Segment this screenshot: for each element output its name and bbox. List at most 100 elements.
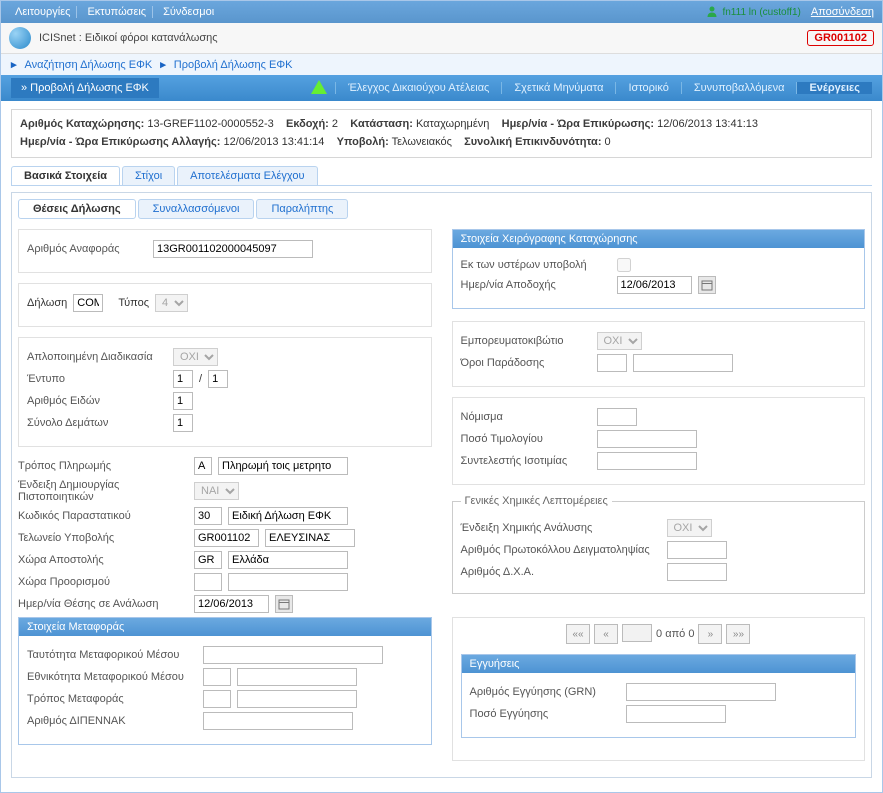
dilosi-input[interactable] — [73, 294, 103, 312]
slash: / — [199, 373, 202, 385]
guarantee-amount-input[interactable] — [626, 705, 726, 723]
dxa-label: Αριθμός Δ.Χ.Α. — [461, 566, 661, 578]
menu-leitourgies[interactable]: Λειτουργίες — [9, 6, 77, 18]
late-checkbox[interactable] — [617, 258, 631, 272]
doc-code-input[interactable] — [194, 507, 222, 525]
app-subheader: ICISnet : Ειδικοί φόροι κατανάλωσης GR00… — [1, 23, 882, 54]
calendar-icon[interactable] — [275, 595, 293, 613]
pager-next[interactable]: » — [698, 624, 722, 644]
dispatch-desc-input[interactable] — [228, 551, 348, 569]
ref-label: Αριθμός Αναφοράς — [27, 243, 147, 255]
entypo-b-input[interactable] — [208, 370, 228, 388]
dest-label: Χώρα Προορισμού — [18, 576, 188, 588]
page-title: » Προβολή Δήλωσης ΕΦΚ — [11, 78, 159, 98]
dest-code-input[interactable] — [194, 573, 222, 591]
eidon-input[interactable] — [173, 392, 193, 410]
typos-select[interactable]: 4 — [155, 294, 188, 312]
cert-select[interactable]: ΝΑΙ — [194, 482, 239, 500]
pay-code-input[interactable] — [194, 457, 212, 475]
protocol-input[interactable] — [667, 541, 727, 559]
nav-attachments[interactable]: Συνυποβαλλόμενα — [681, 82, 797, 94]
manual-entry-header: Στοιχεία Χειρόγραφης Καταχώρησης — [453, 230, 865, 248]
consume-dt-input[interactable] — [194, 595, 269, 613]
accept-dt-input[interactable] — [617, 276, 692, 294]
grn-input[interactable] — [626, 683, 776, 701]
mode-label: Τρόπος Μεταφοράς — [27, 693, 197, 705]
entypo-a-input[interactable] — [173, 370, 193, 388]
tab-basic[interactable]: Βασικά Στοιχεία — [11, 166, 120, 185]
dest-desc-input[interactable] — [228, 573, 348, 591]
delivery-code-input[interactable] — [597, 354, 627, 372]
dispatch-code-input[interactable] — [194, 551, 222, 569]
logout-link[interactable]: Αποσύνδεση — [811, 6, 874, 18]
simpl-label: Απλοποιημένη Διαδικασία — [27, 351, 167, 363]
meta-status-label: Κατάσταση: — [350, 118, 413, 130]
cust-desc-input[interactable] — [265, 529, 355, 547]
calendar-icon[interactable] — [698, 276, 716, 294]
chem-legend: Γενικές Χημικές Λεπτομέρειες — [461, 495, 612, 507]
dxa-input[interactable] — [667, 563, 727, 581]
cert-label: Ένδειξη Δημιουργίας Πιστοποιητικών — [18, 479, 188, 503]
bullet-icon: ▸ — [11, 58, 17, 71]
mode-code-input[interactable] — [203, 690, 231, 708]
cust-code-input[interactable] — [194, 529, 259, 547]
meta-ekdosi-label: Εκδοχή: — [286, 118, 329, 130]
doc-desc-input[interactable] — [228, 507, 348, 525]
arrow-up-icon[interactable] — [303, 78, 335, 99]
meta-ekdosi: 2 — [332, 118, 338, 130]
nationality-desc-input[interactable] — [237, 668, 357, 686]
subtab-positions[interactable]: Θέσεις Δήλωσης — [18, 199, 136, 219]
nav-messages[interactable]: Σχετικά Μηνύματα — [501, 82, 615, 94]
identity-input[interactable] — [203, 646, 383, 664]
tab-lines[interactable]: Στίχοι — [122, 166, 175, 185]
chem-ind-select[interactable]: ΟΧΙ — [667, 519, 712, 537]
subtab-traders[interactable]: Συναλλασσόμενοι — [138, 199, 255, 219]
cust-label: Τελωνείο Υποβολής — [18, 532, 188, 544]
pay-desc-input[interactable] — [218, 457, 348, 475]
tab-results[interactable]: Αποτελέσματα Ελέγχου — [177, 166, 317, 185]
mode-desc-input[interactable] — [237, 690, 357, 708]
app-title: ICISnet : Ειδικοί φόροι κατανάλωσης — [39, 32, 807, 44]
ref-input[interactable] — [153, 240, 313, 258]
pager-prev[interactable]: « — [594, 624, 618, 644]
breadcrumb-search[interactable]: Αναζήτηση Δήλωσης ΕΦΚ — [25, 59, 153, 71]
eidon-label: Αριθμός Ειδών — [27, 395, 167, 407]
menu-ektyposeis[interactable]: Εκτυπώσεις — [81, 6, 153, 18]
nav-history[interactable]: Ιστορικό — [615, 82, 680, 94]
pay-label: Τρόπος Πληρωμής — [18, 460, 188, 472]
accept-dt-label: Ημερ/νία Αποδοχής — [461, 279, 611, 291]
user-name: fn111 ln (custoff1) — [722, 7, 800, 18]
dispatch-label: Χώρα Αποστολής — [18, 554, 188, 566]
currency-label: Νόμισμα — [461, 411, 591, 423]
menu-syndesmoi[interactable]: Σύνδεσμοι — [157, 6, 220, 18]
guarantee-pager: «« « 0 από 0 » »» — [461, 624, 857, 644]
pager-first[interactable]: «« — [566, 624, 590, 644]
sub-tabs: Θέσεις Δήλωσης Συναλλασσόμενοι Παραλήπτη… — [18, 199, 865, 219]
doc-label: Κωδικός Παραστατικού — [18, 510, 188, 522]
nationality-code-input[interactable] — [203, 668, 231, 686]
container-select[interactable]: ΟΧΙ — [597, 332, 642, 350]
top-menu-bar: Λειτουργίες Εκτυπώσεις Σύνδεσμοι fn111 l… — [1, 1, 882, 23]
guarantee-amount-label: Ποσό Εγγύησης — [470, 708, 620, 720]
nav-atelia[interactable]: Έλεγχος Δικαιούχου Ατέλειας — [335, 82, 501, 94]
pager-value — [622, 624, 652, 642]
delivery-desc-input[interactable] — [633, 354, 733, 372]
currency-input[interactable] — [597, 408, 637, 426]
dematon-input[interactable] — [173, 414, 193, 432]
breadcrumb-view[interactable]: Προβολή Δήλωσης ΕΦΚ — [174, 59, 293, 71]
declaration-meta: Αριθμός Καταχώρησης: 13-GREF1102-0000552… — [11, 109, 872, 158]
globe-icon — [9, 27, 31, 49]
person-icon — [706, 5, 718, 20]
simpl-select[interactable]: ΟΧΙ — [173, 348, 218, 366]
typos-label: Τύπος — [118, 297, 149, 309]
invoice-input[interactable] — [597, 430, 697, 448]
meta-regno: 13-GREF1102-0000552-3 — [147, 118, 273, 130]
pager-last[interactable]: »» — [726, 624, 750, 644]
nationality-label: Εθνικότητα Μεταφορικού Μέσου — [27, 671, 197, 683]
meta-regno-label: Αριθμός Καταχώρησης: — [20, 118, 144, 130]
dipennak-input[interactable] — [203, 712, 353, 730]
nav-actions[interactable]: Ενέργειες — [796, 82, 872, 94]
subtab-consignee[interactable]: Παραλήπτης — [256, 199, 348, 219]
meta-validatedt-label: Ημερ/νία - Ώρα Επικύρωσης: — [502, 118, 654, 130]
rate-input[interactable] — [597, 452, 697, 470]
